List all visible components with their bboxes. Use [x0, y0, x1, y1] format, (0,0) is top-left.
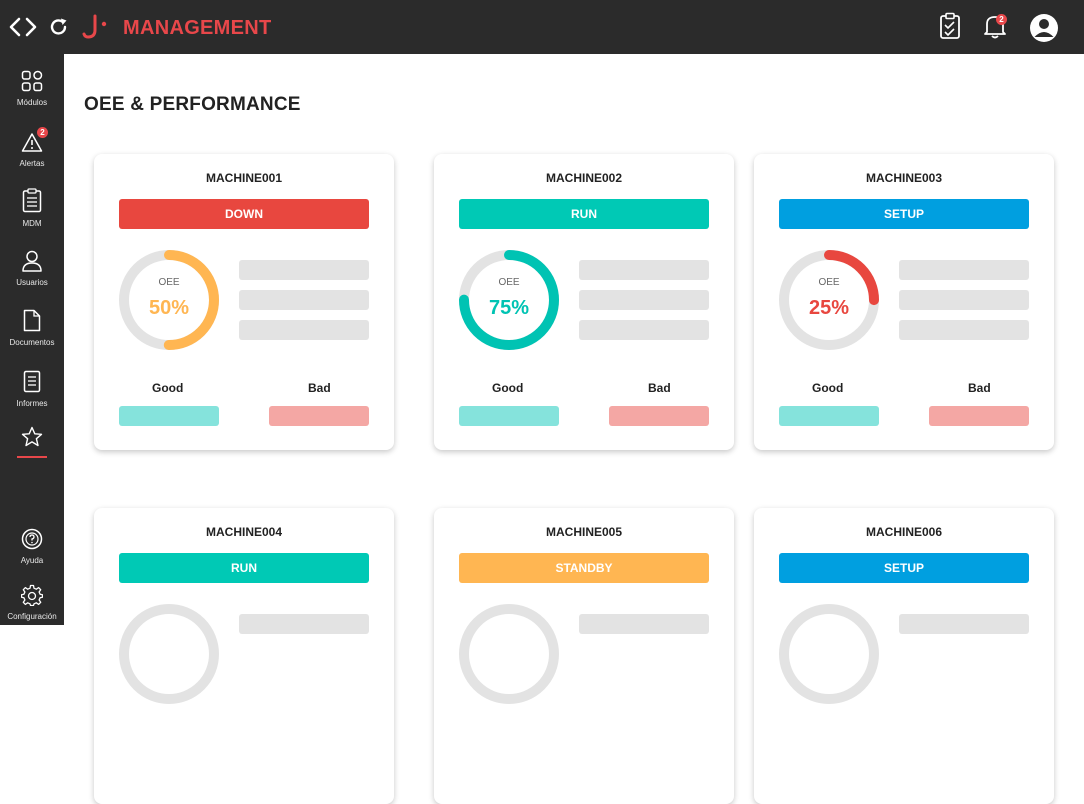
placeholder-bar: [899, 320, 1029, 340]
sidebar-item-label: Documentos: [9, 338, 55, 347]
sidebar-item-label: Configuración: [7, 612, 57, 621]
sidebar-item-configuracion[interactable]: Configuración: [0, 584, 64, 621]
app-title: MANAGEMENT: [123, 17, 272, 39]
sidebar-item-favoritos[interactable]: [0, 426, 64, 447]
machine-card[interactable]: MACHINE004 RUN: [94, 508, 394, 804]
bad-label: Bad: [308, 381, 331, 395]
machine-name: MACHINE006: [865, 525, 943, 539]
sidebar-item-documentos[interactable]: Documentos: [0, 309, 64, 347]
machine-name: MACHINE001: [205, 171, 283, 185]
bad-label: Bad: [648, 381, 671, 395]
sidebar-item-usuarios[interactable]: Usuarios: [0, 250, 64, 287]
placeholder-bar: [239, 320, 369, 340]
machine-card[interactable]: MACHINE001 DOWN OEE 50% Good Bad: [94, 154, 394, 450]
good-label: Good: [492, 381, 524, 395]
back-arrow-icon[interactable]: [8, 16, 22, 43]
bad-label: Bad: [968, 381, 991, 395]
oee-gauge: [459, 604, 559, 704]
sidebar-item-mdm[interactable]: MDM: [0, 188, 64, 228]
forward-arrow-icon[interactable]: [24, 16, 38, 43]
status-badge[interactable]: STANDBY: [459, 553, 709, 583]
sidebar-item-label: MDM: [22, 219, 42, 228]
sidebar: Módulos Alertas 2 MDM Usuarios Documento…: [0, 54, 64, 625]
machine-card[interactable]: MACHINE005 STANDBY: [434, 508, 734, 804]
status-badge[interactable]: RUN: [459, 199, 709, 229]
machine-card[interactable]: MACHINE002 RUN OEE 75% Good Bad: [434, 154, 734, 450]
placeholder-bar: [579, 260, 709, 280]
oee-label: OEE: [158, 277, 180, 288]
sidebar-item-label: Informes: [16, 399, 48, 408]
grid-icon: [21, 70, 43, 92]
sidebar-item-alertas[interactable]: Alertas: [0, 132, 64, 168]
machine-name: MACHINE005: [545, 525, 623, 539]
gear-icon: [21, 584, 43, 606]
oee-value: 75%: [488, 297, 530, 319]
sidebar-item-modulos[interactable]: Módulos: [0, 70, 64, 107]
placeholder-bar: [579, 320, 709, 340]
bad-bar: [929, 406, 1029, 426]
notification-badge: 2: [996, 14, 1007, 25]
help-icon: [21, 528, 43, 550]
bad-bar: [609, 406, 709, 426]
oee-value: 25%: [808, 297, 850, 319]
account-avatar-icon[interactable]: [1029, 13, 1059, 48]
good-label: Good: [152, 381, 184, 395]
status-badge[interactable]: RUN: [119, 553, 369, 583]
good-bar: [119, 406, 219, 426]
sidebar-item-label: Ayuda: [20, 556, 44, 565]
top-bar: MANAGEMENT 2: [0, 0, 1084, 54]
machine-name: MACHINE004: [205, 525, 283, 539]
placeholder-bar: [899, 260, 1029, 280]
placeholder-bar: [579, 614, 709, 634]
sidebar-item-label: Usuarios: [16, 278, 48, 287]
report-icon: [23, 370, 41, 393]
active-indicator: [17, 456, 47, 458]
placeholder-bar: [239, 614, 369, 634]
status-badge[interactable]: SETUP: [779, 199, 1029, 229]
good-bar: [779, 406, 879, 426]
good-bar: [459, 406, 559, 426]
reload-icon[interactable]: [49, 17, 69, 42]
sidebar-item-informes[interactable]: Informes: [0, 370, 64, 408]
placeholder-bar: [239, 290, 369, 310]
machine-name: MACHINE002: [545, 171, 623, 185]
oee-gauge: [119, 604, 219, 704]
placeholder-bar: [579, 290, 709, 310]
machine-name: MACHINE003: [865, 171, 943, 185]
status-badge[interactable]: DOWN: [119, 199, 369, 229]
sidebar-item-ayuda[interactable]: Ayuda: [0, 528, 64, 565]
machine-card[interactable]: MACHINE003 SETUP OEE 25% Good Bad: [754, 154, 1054, 450]
user-icon: [22, 250, 42, 272]
document-icon: [23, 309, 41, 332]
page-title: OEE & PERFORMANCE: [84, 94, 301, 115]
oee-label: OEE: [818, 277, 840, 288]
oee-value: 50%: [148, 297, 190, 319]
task-clipboard-icon[interactable]: [939, 12, 961, 45]
placeholder-bar: [899, 290, 1029, 310]
brand-logo: [82, 13, 110, 46]
clipboard-list-icon: [22, 188, 42, 213]
bad-bar: [269, 406, 369, 426]
placeholder-bar: [899, 614, 1029, 634]
machine-card[interactable]: MACHINE006 SETUP: [754, 508, 1054, 804]
oee-gauge: [779, 604, 879, 704]
sidebar-item-label: Alertas: [19, 159, 45, 168]
star-icon: [21, 426, 43, 447]
oee-label: OEE: [498, 277, 520, 288]
sidebar-item-label: Módulos: [16, 98, 48, 107]
alerts-badge: 2: [37, 127, 48, 138]
status-badge[interactable]: SETUP: [779, 553, 1029, 583]
placeholder-bar: [239, 260, 369, 280]
good-label: Good: [812, 381, 844, 395]
